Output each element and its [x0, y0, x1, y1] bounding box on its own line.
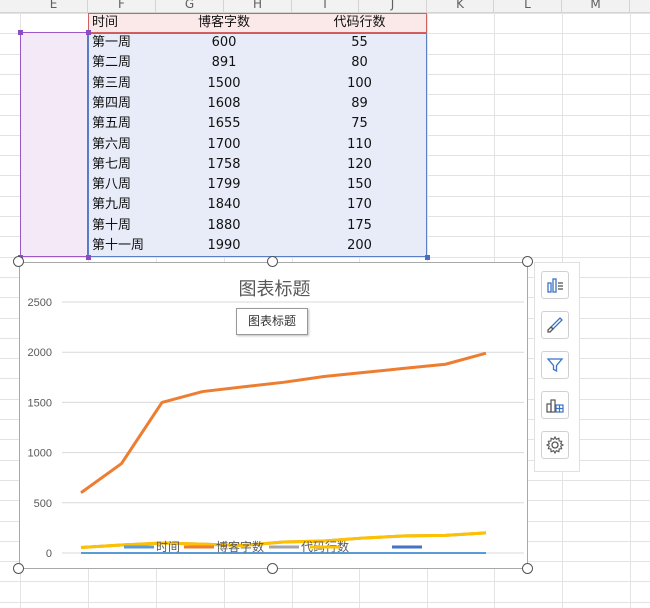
- grid-row-line: [0, 581, 650, 582]
- column-header-i[interactable]: I: [292, 0, 359, 12]
- grid-row-line: [0, 602, 650, 603]
- chart-resize-handle[interactable]: [267, 563, 278, 574]
- code-lines-cell[interactable]: 100: [292, 74, 427, 94]
- legend-label[interactable]: 时间: [156, 540, 180, 554]
- blog-words-cell[interactable]: 1608: [156, 94, 292, 114]
- blog-words-cell[interactable]: 891: [156, 53, 292, 73]
- selection-handle[interactable]: [18, 30, 23, 35]
- series-line[interactable]: [80, 531, 487, 549]
- chart-settings-button[interactable]: [541, 431, 569, 459]
- chart-resize-handle[interactable]: [522, 256, 533, 267]
- week-cell[interactable]: 第五周: [92, 114, 131, 134]
- code-lines-cell[interactable]: 80: [292, 53, 427, 73]
- line-chart[interactable]: 图表标题 图表标题 0 500 1000 1500 2000 2500 时间 博客字数 代码行数: [19, 262, 528, 569]
- header-cell-blog-words[interactable]: 博客字数: [156, 13, 292, 33]
- chart-resize-handle[interactable]: [522, 563, 533, 574]
- y-tick-label: 1000: [28, 448, 52, 460]
- week-cell[interactable]: 第九周: [92, 195, 131, 215]
- code-lines-cell[interactable]: 200: [292, 236, 427, 256]
- code-lines-cell[interactable]: 55: [292, 33, 427, 53]
- code-lines-cell[interactable]: 89: [292, 94, 427, 114]
- chart-style-brush-icon: [547, 317, 563, 333]
- week-cell[interactable]: 第七周: [92, 155, 131, 175]
- y-tick-label: 500: [34, 498, 52, 510]
- code-lines-cell[interactable]: 120: [292, 155, 427, 175]
- chart-type-button[interactable]: [541, 391, 569, 419]
- blog-words-cell[interactable]: 600: [156, 33, 292, 53]
- code-lines-cell[interactable]: 175: [292, 216, 427, 236]
- chart-resize-handle[interactable]: [267, 256, 278, 267]
- legend-label[interactable]: 博客字数: [216, 539, 264, 554]
- chart-filter-button[interactable]: [541, 351, 569, 379]
- chart-resize-handle[interactable]: [13, 256, 24, 267]
- chart-elements-icon: [547, 278, 563, 293]
- blog-words-cell[interactable]: 1799: [156, 175, 292, 195]
- column-header-bar: E F G H I J K L M: [0, 0, 650, 13]
- code-lines-cell[interactable]: 110: [292, 135, 427, 155]
- week-cell[interactable]: 第二周: [92, 53, 131, 73]
- blog-words-cell[interactable]: 1758: [156, 155, 292, 175]
- column-header-k[interactable]: K: [427, 0, 494, 12]
- chart-settings-gear-icon: [545, 435, 565, 455]
- blog-words-cell[interactable]: 1990: [156, 236, 292, 256]
- week-cell[interactable]: 第十一周: [92, 236, 144, 256]
- selection-handle[interactable]: [86, 255, 91, 260]
- chart-type-icon: [546, 399, 564, 413]
- blog-words-cell[interactable]: 1700: [156, 135, 292, 155]
- selection-column-e: [20, 32, 88, 257]
- y-tick-label: 2500: [28, 297, 52, 309]
- chart-filter-icon: [546, 358, 564, 373]
- code-lines-cell[interactable]: 150: [292, 175, 427, 195]
- blog-words-cell[interactable]: 1500: [156, 74, 292, 94]
- code-lines-cell[interactable]: 75: [292, 114, 427, 134]
- series-line[interactable]: [80, 351, 487, 494]
- grid-row-line: [0, 257, 650, 258]
- week-cell[interactable]: 第十周: [92, 216, 131, 236]
- week-cell[interactable]: 第四周: [92, 94, 131, 114]
- chart-plot-area[interactable]: 05001000150020002500时间 博客字数 代码行数: [20, 263, 527, 568]
- chart-tools-panel: [534, 262, 580, 472]
- column-header-f[interactable]: F: [88, 0, 156, 12]
- column-header-l[interactable]: L: [494, 0, 562, 12]
- code-lines-cell[interactable]: 170: [292, 195, 427, 215]
- chart-style-button[interactable]: [541, 311, 569, 339]
- week-cell[interactable]: 第一周: [92, 33, 131, 53]
- grid-column-line: [630, 13, 631, 608]
- week-cell[interactable]: 第三周: [92, 74, 131, 94]
- y-tick-label: 1500: [28, 397, 52, 409]
- blog-words-cell[interactable]: 1655: [156, 114, 292, 134]
- column-header-j[interactable]: J: [359, 0, 427, 12]
- y-tick-label: 0: [46, 548, 52, 560]
- column-header-h[interactable]: H: [224, 0, 292, 12]
- week-cell[interactable]: 第六周: [92, 135, 131, 155]
- header-cell-code-lines[interactable]: 代码行数: [292, 13, 427, 33]
- column-header-g[interactable]: G: [156, 0, 224, 12]
- header-cell-time[interactable]: 时间: [92, 13, 118, 33]
- week-cell[interactable]: 第八周: [92, 175, 131, 195]
- selection-handle[interactable]: [86, 30, 91, 35]
- blog-words-cell[interactable]: 1880: [156, 216, 292, 236]
- column-header-e[interactable]: E: [20, 0, 88, 12]
- y-tick-label: 2000: [28, 347, 52, 359]
- column-header-m[interactable]: M: [562, 0, 630, 12]
- blog-words-cell[interactable]: 1840: [156, 195, 292, 215]
- chart-elements-button[interactable]: [541, 271, 569, 299]
- chart-resize-handle[interactable]: [13, 563, 24, 574]
